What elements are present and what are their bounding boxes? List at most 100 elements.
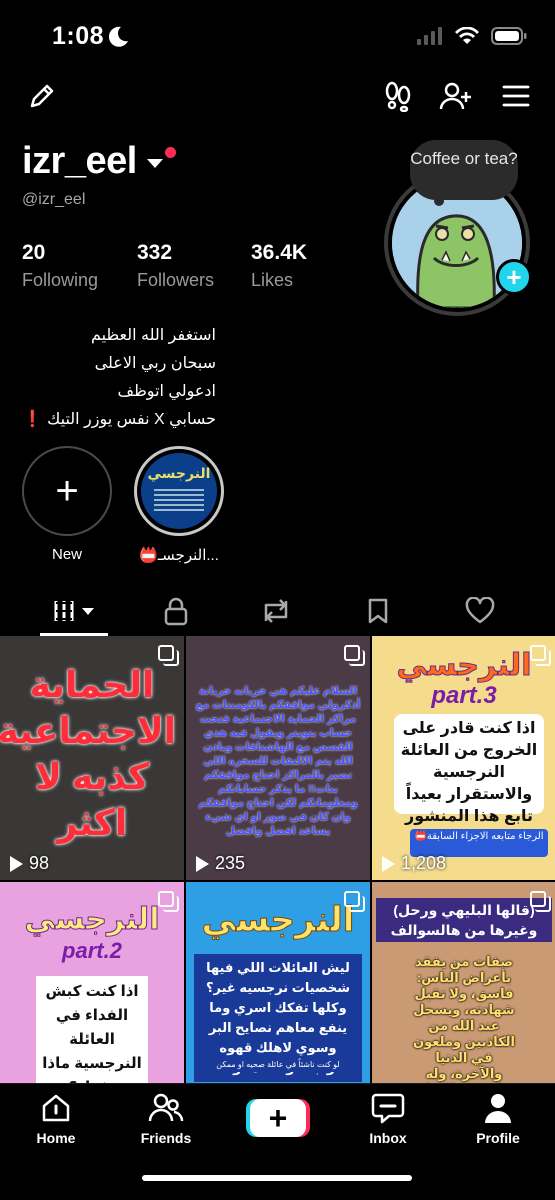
- note-bubble-tail: [434, 196, 444, 206]
- tab-reposts[interactable]: [258, 596, 294, 626]
- stat-followers[interactable]: 332 Followers: [137, 241, 251, 291]
- battery-icon: [491, 27, 527, 45]
- bio: استغفر الله العظيم سبحان ربي الاعلى ادعو…: [0, 322, 216, 434]
- add-story-button[interactable]: +: [496, 259, 532, 295]
- nav-label: Profile: [476, 1130, 520, 1146]
- view-count: 235: [196, 853, 245, 874]
- pencil-icon[interactable]: [24, 78, 60, 114]
- profile-header: izr_eel @izr_eel: [22, 140, 176, 209]
- highlight-label: 📛النرجسـ...: [139, 547, 219, 564]
- profile-top-bar: [0, 78, 555, 120]
- multi-photo-icon: [158, 891, 179, 912]
- footprints-icon[interactable]: [380, 78, 416, 114]
- stat-value: 36.4K: [251, 241, 308, 264]
- multi-photo-icon: [530, 645, 551, 666]
- create-button[interactable]: +: [246, 1099, 310, 1137]
- bookmark-icon: [368, 598, 388, 624]
- friends-icon: [148, 1093, 184, 1122]
- play-icon: [196, 855, 209, 872]
- user-handle: @izr_eel: [22, 191, 86, 208]
- bottom-nav: Home Friends + Inbox Profile: [0, 1083, 555, 1200]
- profile-icon: [485, 1094, 511, 1123]
- highlight-cover-lines: [154, 486, 204, 514]
- multi-photo-icon: [158, 645, 179, 666]
- thumbnail-title: (قالها البليهي ورحل) وغيرها من هالسوالف: [376, 898, 552, 942]
- home-indicator: [142, 1175, 412, 1181]
- thumbnail-title: النرجسي: [201, 901, 355, 940]
- thumbnail-part: part.3: [431, 682, 497, 709]
- view-count: 98: [10, 853, 49, 874]
- highlight-cover-image: النرجسي: [141, 453, 217, 529]
- add-user-icon[interactable]: [438, 78, 474, 114]
- thumbnail-text: اذا كنت قادر على الخروج من العائلة النرج…: [394, 714, 544, 825]
- repost-icon: [264, 599, 288, 623]
- profile-stats: 20 Following 332 Followers 36.4K Likes: [22, 241, 307, 291]
- highlight-narcissist[interactable]: النرجسي 📛النرجسـ...: [134, 446, 224, 564]
- stat-label: Followers: [137, 270, 215, 290]
- highlight-new-circle[interactable]: +: [22, 446, 112, 536]
- view-count-value: 1,208: [401, 853, 447, 873]
- highlight-label: New: [51, 546, 82, 563]
- status-time: 1:08: [52, 22, 105, 50]
- inbox-icon: [371, 1093, 405, 1124]
- highlight-cover-title: النرجسي: [147, 465, 211, 481]
- nav-label: Home: [36, 1130, 76, 1146]
- chevron-down-icon[interactable]: [146, 159, 163, 168]
- view-count: 1,208: [382, 853, 446, 874]
- video-thumbnail[interactable]: النرجسي part.3 اذا كنت قادر على الخروج م…: [372, 636, 555, 880]
- thumbnail-note: لو كنت ناشئاً في عائلة صحيه او ممكن: [200, 1058, 356, 1072]
- highlight-new[interactable]: + New: [22, 446, 112, 564]
- thumbnail-title: النرجسي: [396, 649, 532, 683]
- play-icon: [10, 855, 23, 872]
- multi-photo-icon: [344, 645, 365, 666]
- signal-icon: [417, 27, 442, 45]
- home-icon: [42, 1094, 70, 1122]
- view-count-value: 235: [215, 853, 246, 873]
- nav-label: Friends: [140, 1130, 192, 1146]
- menu-icon[interactable]: [498, 78, 534, 114]
- nav-profile[interactable]: Profile: [458, 1092, 538, 1146]
- nav-label: Inbox: [369, 1130, 407, 1146]
- plus-icon: +: [25, 449, 109, 533]
- bio-line: ادعولي اتوظف: [117, 383, 217, 400]
- nav-friends[interactable]: Friends: [126, 1092, 206, 1146]
- create-icon: +: [250, 1099, 306, 1137]
- stat-value: 20: [22, 241, 46, 264]
- account-switcher[interactable]: izr_eel: [22, 140, 176, 183]
- highlight-cover[interactable]: النرجسي: [134, 446, 224, 536]
- grid-icon: [54, 601, 94, 621]
- heart-icon: [465, 597, 495, 624]
- bio-line: سبحان ربي الاعلى: [94, 355, 216, 372]
- video-thumbnail[interactable]: السلام عليكم هي خربانه خربانة أذكرولي مو…: [186, 636, 370, 880]
- wifi-icon: [455, 27, 479, 44]
- play-icon: [382, 855, 395, 872]
- view-count-value: 98: [29, 853, 50, 873]
- thumbnail-text: الحماية الاجتماعية كذبه لا اكثر: [0, 664, 176, 843]
- stat-label: Likes: [251, 270, 294, 290]
- bio-line: استغفر الله العظيم: [90, 327, 216, 344]
- username[interactable]: izr_eel: [22, 140, 137, 183]
- tab-favorites[interactable]: [360, 596, 396, 626]
- status-bar: 1:08: [0, 0, 555, 74]
- content-tabs: [0, 590, 555, 636]
- stat-following[interactable]: 20 Following: [22, 241, 137, 291]
- tab-private[interactable]: [158, 596, 194, 626]
- stat-likes[interactable]: 36.4K Likes: [251, 241, 307, 291]
- profile-note[interactable]: Coffee or tea?: [410, 140, 518, 200]
- multi-photo-icon: [530, 891, 551, 912]
- moon-icon: [109, 26, 128, 47]
- tab-videos[interactable]: [52, 596, 98, 626]
- story-highlights: + New النرجسي 📛النرجسـ...: [22, 446, 224, 564]
- thumbnail-text: السلام عليكم هي خربانه خربانة أذكرولي مو…: [195, 685, 361, 837]
- tab-liked[interactable]: [462, 596, 498, 626]
- video-thumbnail[interactable]: الحماية الاجتماعية كذبه لا اكثر 98: [0, 636, 184, 880]
- thumbnail-title: النرجسي: [24, 903, 160, 937]
- lock-icon: [164, 597, 188, 626]
- thumbnail-part: part.2: [62, 938, 122, 963]
- nav-home[interactable]: Home: [16, 1092, 96, 1146]
- nav-inbox[interactable]: Inbox: [348, 1092, 428, 1146]
- bio-line: حسابي X نفس يوزر التيك ❗: [22, 411, 216, 428]
- video-grid: الحماية الاجتماعية كذبه لا اكثر 98 السلا…: [0, 636, 555, 1126]
- stat-label: Following: [22, 270, 99, 290]
- multi-photo-icon: [344, 891, 365, 912]
